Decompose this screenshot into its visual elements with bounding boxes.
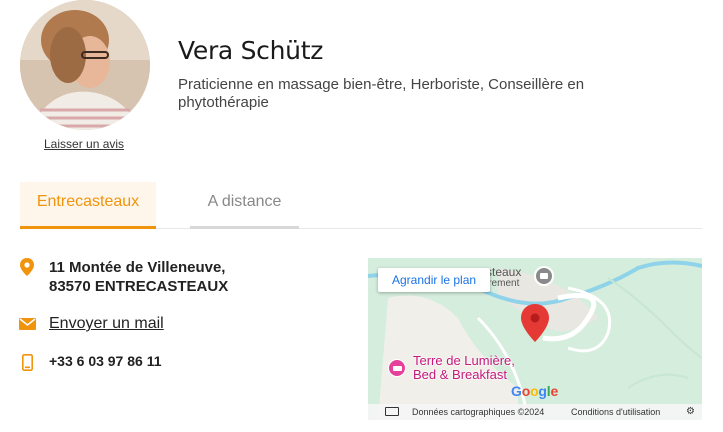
expand-map-button[interactable]: Agrandir le plan (378, 268, 491, 292)
profile-avatar (20, 0, 150, 130)
map-pin-marker-icon[interactable] (521, 304, 549, 342)
keyboard-icon[interactable] (385, 407, 399, 416)
map-data-credit: Données cartographiques ©2024 (412, 407, 545, 417)
address-row: 11 Montée de Villeneuve, 83570 ENTRECAST… (18, 258, 228, 296)
phone-row: +33 6 03 97 86 11 (18, 353, 162, 371)
envelope-icon (18, 315, 36, 333)
tab-entrecasteaux[interactable]: Entrecasteaux (20, 182, 156, 229)
settings-icon[interactable]: ⚙ (686, 404, 695, 420)
location-map[interactable]: steaux irement Agrandir le plan Terre de… (368, 258, 702, 420)
hotel-icon (388, 359, 406, 377)
map-pin-icon (18, 258, 36, 276)
practitioner-name: Vera Schütz (178, 36, 324, 65)
location-tabs: Entrecasteaux A distance (20, 182, 702, 229)
phone-icon (18, 353, 36, 371)
camera-icon (534, 266, 554, 286)
phone-number[interactable]: +33 6 03 97 86 11 (49, 353, 162, 369)
leave-review-link[interactable]: Laisser un avis (44, 137, 124, 151)
practitioner-specialties: Praticienne en massage bien-être, Herbor… (178, 76, 585, 111)
send-mail-link[interactable]: Envoyer un mail (49, 315, 164, 333)
avatar-photo (20, 0, 150, 130)
mail-row: Envoyer un mail (18, 315, 164, 333)
map-place-label[interactable]: Terre de Lumière, Bed & Breakfast (413, 354, 515, 382)
address-line-1: 11 Montée de Villeneuve, (49, 259, 226, 276)
map-footer: Données cartographiques ©2024 Conditions… (368, 404, 702, 420)
address-text: 11 Montée de Villeneuve, 83570 ENTRECAST… (49, 258, 228, 296)
tab-a-distance[interactable]: A distance (190, 182, 299, 229)
google-logo: Google (511, 383, 559, 399)
map-area-label: steaux irement (486, 265, 522, 289)
map-terms-link[interactable]: Conditions d'utilisation (571, 404, 660, 420)
address-line-2: 83570 ENTRECASTEAUX (49, 278, 229, 295)
